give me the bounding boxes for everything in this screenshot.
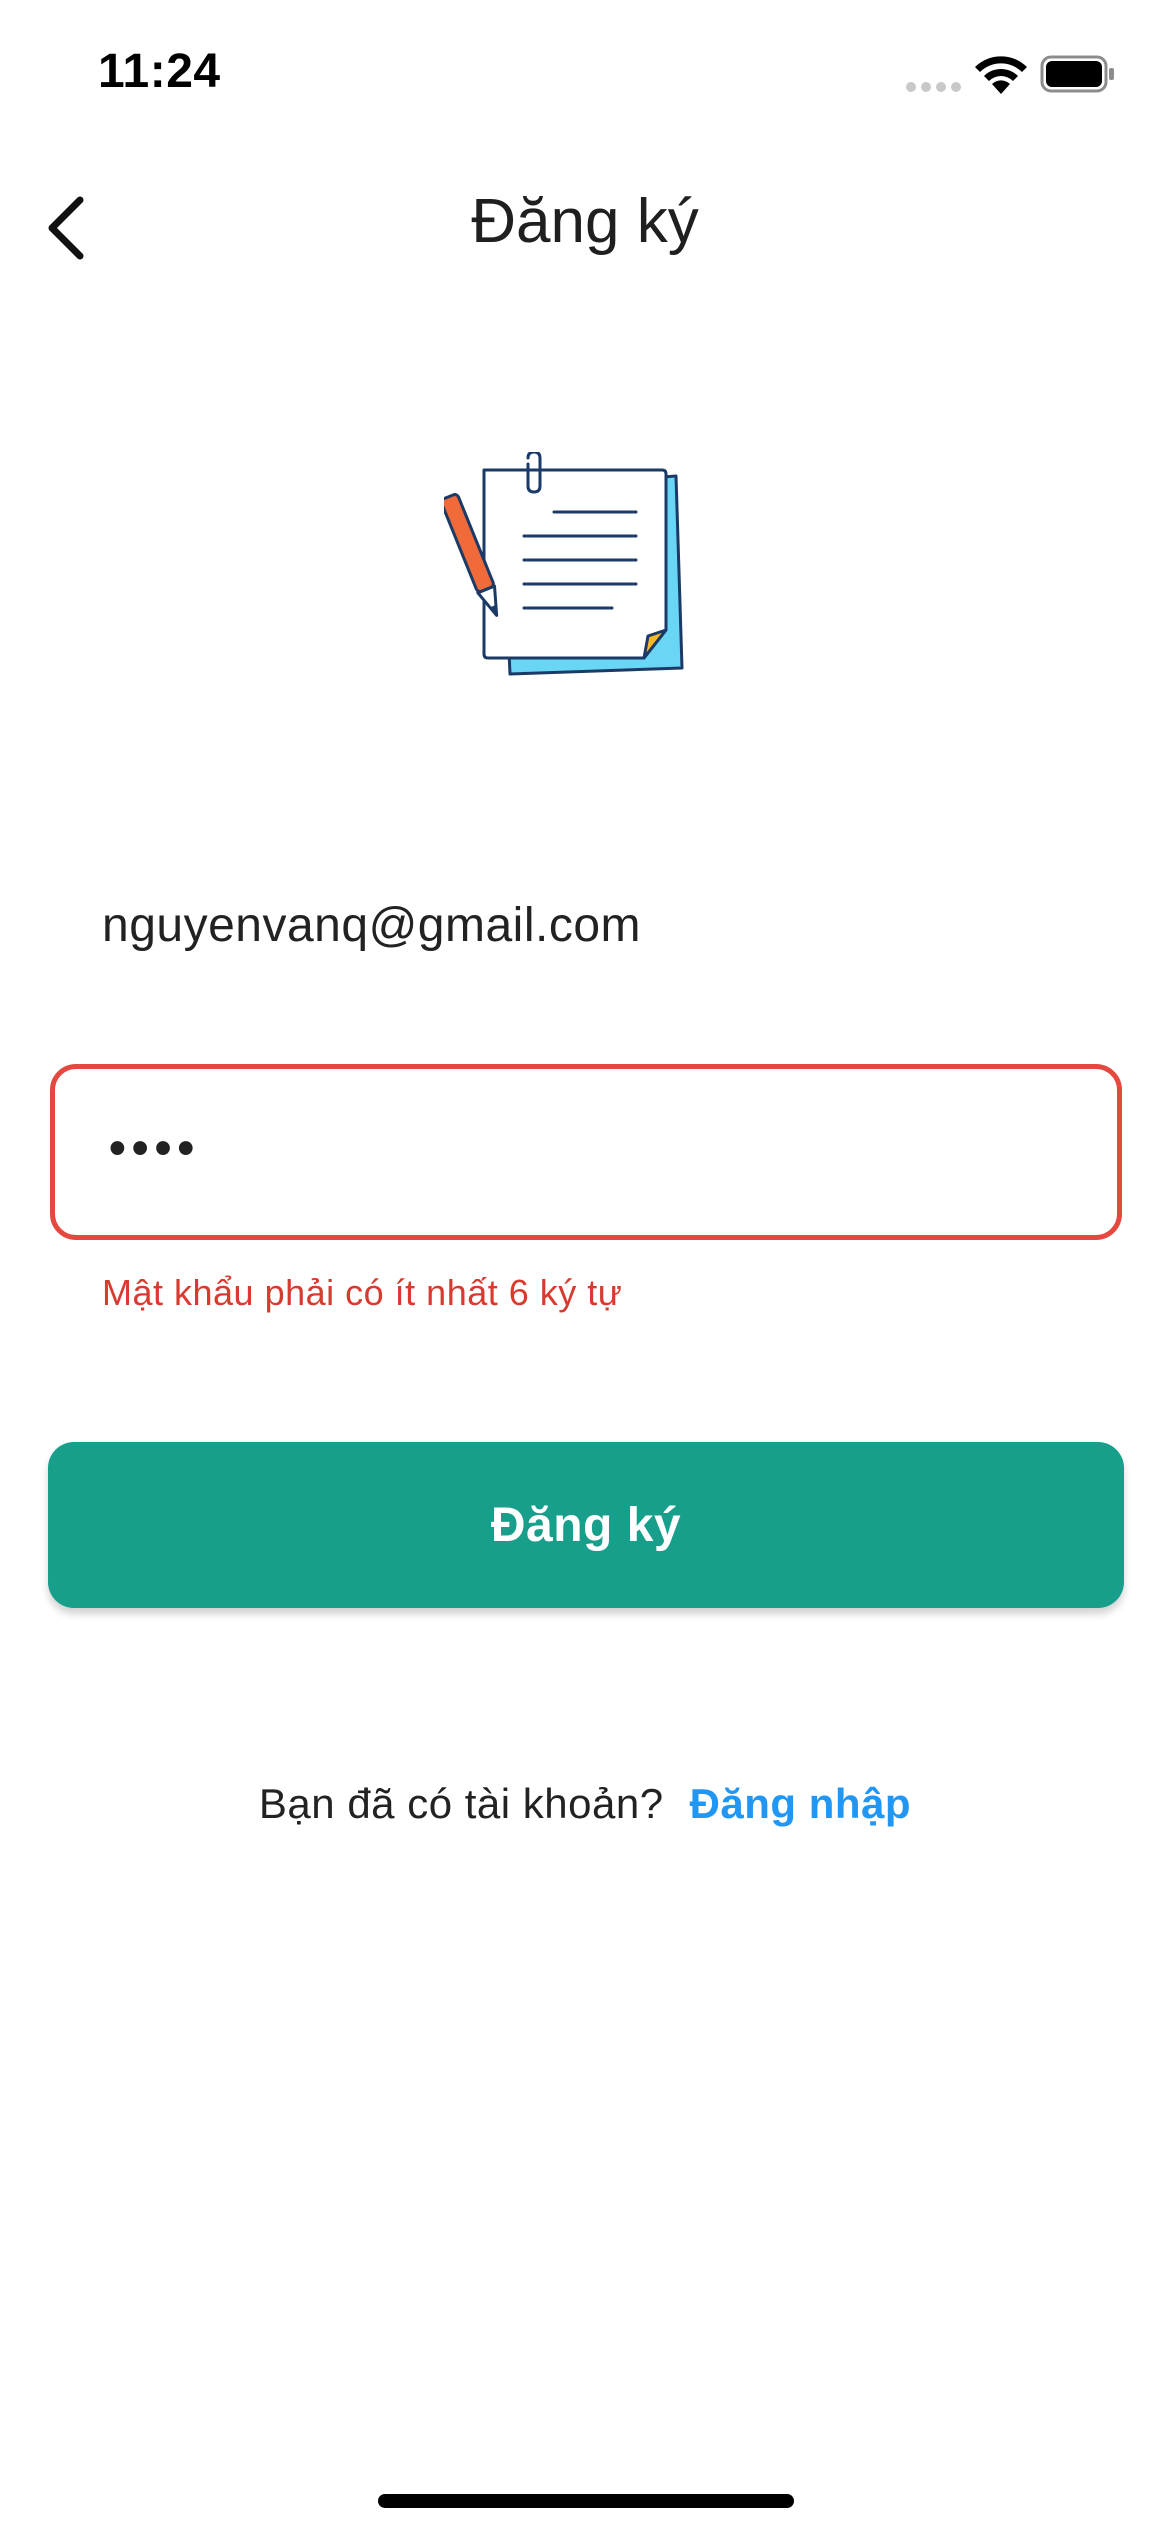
password-error-message: Mật khẩu phải có ít nhất 6 ký tự	[102, 1272, 623, 1313]
email-field[interactable]: nguyenvanq@gmail.com	[102, 898, 641, 953]
login-prompt-text: Bạn đã có tài khoản?	[258, 1780, 664, 1827]
login-prompt: Bạn đã có tài khoản? Đăng nhập	[0, 1780, 1170, 1828]
register-button[interactable]: Đăng ký	[48, 1442, 1124, 1608]
register-button-label: Đăng ký	[490, 1498, 682, 1552]
battery-icon	[1040, 55, 1114, 93]
password-value: ••••	[109, 1122, 201, 1175]
status-time: 11:24	[98, 45, 221, 98]
cellular-signal-icon	[906, 82, 961, 92]
login-link[interactable]: Đăng nhập	[690, 1780, 912, 1827]
page-title: Đăng ký	[471, 187, 699, 256]
register-screen: 11:24 Đăng ký nguyenvanq@gmail.com •••• …	[0, 0, 1170, 2532]
home-indicator[interactable]	[378, 2494, 794, 2508]
status-bar: 11:24	[0, 0, 1170, 150]
password-field[interactable]: ••••	[50, 1064, 1122, 1240]
notepad-pencil-icon	[444, 452, 684, 676]
wifi-icon	[975, 56, 1027, 94]
